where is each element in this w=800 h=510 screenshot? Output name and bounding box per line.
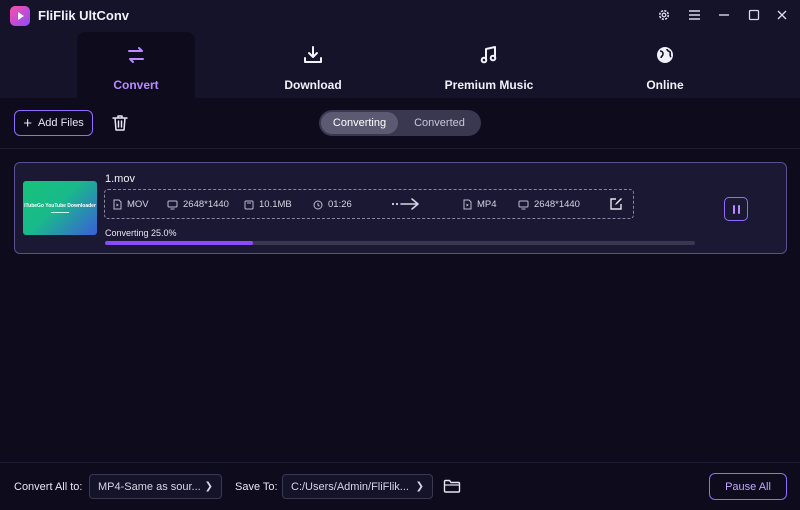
segment-converted[interactable]: Converted — [400, 112, 479, 134]
pause-button[interactable] — [724, 197, 748, 221]
tab-convert-label: Convert — [113, 78, 159, 92]
music-note-icon — [478, 44, 500, 66]
toolbar-divider — [0, 148, 800, 149]
conversion-details: MOV 2648*1440 10.1MB 01:26 MP4 2648*1440 — [104, 189, 634, 219]
save-to-label: Save To: — [235, 481, 278, 493]
video-thumbnail: iTubeGo YouTube Downloader — [23, 181, 97, 235]
file-name: 1.mov — [105, 173, 135, 185]
chevron-right-icon: ❯ — [415, 481, 424, 492]
file-video-icon — [463, 199, 472, 210]
monitor-icon — [167, 200, 178, 209]
add-files-label: Add Files — [37, 117, 84, 129]
settings-icon[interactable] — [653, 4, 675, 26]
target-resolution: 2648*1440 — [518, 199, 580, 210]
maximize-icon[interactable] — [743, 4, 765, 26]
main-nav: Convert Download Premium Music Online — [0, 32, 800, 98]
segment-converting[interactable]: Converting — [321, 112, 398, 134]
convert-all-label: Convert All to: — [14, 481, 83, 493]
progress-bar — [105, 241, 695, 245]
plus-icon: + — [23, 114, 32, 132]
tab-online-label: Online — [646, 78, 684, 92]
convert-all-format-select[interactable]: MP4-Same as sour... ❯ — [89, 474, 222, 499]
download-icon — [302, 44, 324, 66]
save-to-path-select[interactable]: C:/Users/Admin/FliFlik... ❯ — [282, 474, 433, 499]
source-format: MOV — [113, 199, 149, 210]
save-to-value: C:/Users/Admin/FliFlik... — [291, 480, 409, 493]
app-logo-icon — [10, 6, 30, 26]
target-format: MP4 — [463, 199, 497, 210]
edit-icon[interactable] — [609, 197, 623, 216]
progress-fill — [105, 241, 253, 245]
tab-download[interactable]: Download — [254, 32, 372, 98]
source-size: 10.1MB — [244, 199, 292, 210]
file-video-icon — [113, 199, 122, 210]
convert-icon — [125, 44, 147, 66]
source-duration: 01:26 — [313, 199, 352, 210]
storage-icon — [244, 200, 254, 209]
convert-all-value: MP4-Same as sour... — [98, 480, 201, 493]
clock-icon — [313, 200, 323, 209]
tab-convert[interactable]: Convert — [77, 32, 195, 98]
pause-all-button[interactable]: Pause All — [709, 473, 787, 500]
tab-download-label: Download — [284, 78, 342, 92]
tab-premium-music-label: Premium Music — [444, 78, 534, 92]
file-card[interactable]: iTubeGo YouTube Downloader 1.mov MOV 264… — [14, 162, 787, 254]
convert-arrow-icon — [391, 197, 421, 216]
add-files-button[interactable]: + Add Files — [14, 110, 93, 136]
thumbnail-text: iTubeGo YouTube Downloader — [24, 203, 96, 209]
tab-premium-music[interactable]: Premium Music — [430, 32, 548, 98]
chevron-right-icon: ❯ — [204, 481, 213, 492]
app-title: FliFlik UltConv — [38, 8, 129, 23]
close-icon[interactable] — [771, 4, 793, 26]
title-bar: FliFlik UltConv — [0, 0, 800, 32]
status-segmented-control: Converting Converted — [319, 110, 481, 136]
thumbnail-line — [51, 212, 69, 213]
globe-icon — [654, 44, 676, 66]
menu-icon[interactable] — [683, 4, 705, 26]
tab-online[interactable]: Online — [606, 32, 724, 98]
progress-label: Converting 25.0% — [105, 228, 177, 238]
monitor-icon — [518, 200, 529, 209]
trash-icon[interactable] — [110, 113, 130, 133]
footer-bar: Convert All to: MP4-Same as sour... ❯ Sa… — [0, 462, 800, 510]
pause-icon-bar — [732, 204, 735, 214]
pause-icon-bar — [737, 204, 740, 214]
source-resolution: 2648*1440 — [167, 199, 229, 210]
minimize-icon[interactable] — [713, 4, 735, 26]
folder-icon[interactable] — [443, 478, 461, 499]
